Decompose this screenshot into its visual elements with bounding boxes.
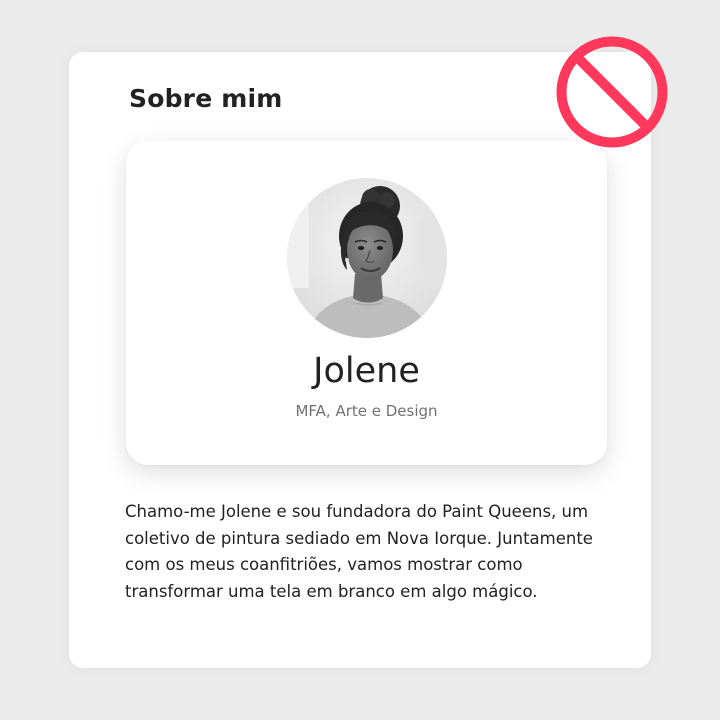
profile-card: Jolene MFA, Arte e Design xyxy=(126,141,607,465)
avatar xyxy=(287,178,447,338)
profile-name: Jolene xyxy=(313,351,420,391)
no-entry-icon xyxy=(556,36,668,148)
section-title: Sobre mim xyxy=(129,84,283,113)
profile-subtitle: MFA, Arte e Design xyxy=(295,402,438,420)
bio-text: Chamo-me Jolene e sou fundadora do Paint… xyxy=(125,502,593,601)
person-portrait-icon xyxy=(287,178,447,338)
